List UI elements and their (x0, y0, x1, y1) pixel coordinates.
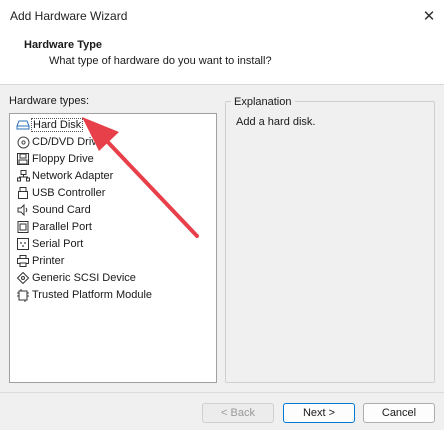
close-button[interactable]: ✕ (414, 0, 444, 32)
network-adapter-icon (16, 169, 30, 183)
hard-disk-icon (16, 118, 30, 132)
list-item-label: Parallel Port (32, 221, 92, 233)
list-item-sound-card[interactable]: Sound Card (16, 202, 91, 218)
list-item-label: Serial Port (32, 238, 84, 250)
window-title: Add Hardware Wizard (10, 9, 128, 23)
explanation-group: Explanation Add a hard disk. (225, 96, 435, 383)
parallel-port-icon (16, 220, 30, 234)
list-item-label: Trusted Platform Module (32, 289, 153, 301)
list-item-generic-scsi[interactable]: Generic SCSI Device (16, 270, 136, 286)
back-button[interactable]: < Back (202, 403, 274, 423)
wizard-header: Hardware Type What type of hardware do y… (0, 32, 444, 85)
list-item-cd-dvd[interactable]: CD/DVD Drive (16, 134, 103, 150)
printer-icon (16, 254, 30, 268)
list-item-tpm[interactable]: Trusted Platform Module (16, 287, 152, 303)
title-bar: Add Hardware Wizard ✕ (0, 0, 444, 32)
list-item-floppy[interactable]: Floppy Drive (16, 151, 94, 167)
hardware-types-list[interactable]: Hard Disk CD/DVD Drive Floppy Drive Netw… (9, 113, 217, 383)
list-item-label: Network Adapter (32, 170, 114, 182)
list-item-label: CD/DVD Drive (32, 136, 103, 148)
list-item-label: Hard Disk (30, 118, 84, 132)
list-item-label: Floppy Drive (32, 153, 94, 165)
page-title: Hardware Type (24, 39, 103, 51)
hardware-types-label: Hardware types: (9, 95, 90, 107)
list-item-usb-controller[interactable]: USB Controller (16, 185, 105, 201)
list-item-printer[interactable]: Printer (16, 253, 64, 269)
cd-dvd-icon (16, 135, 30, 149)
list-item-label: USB Controller (32, 187, 106, 199)
cancel-button[interactable]: Cancel (363, 403, 435, 423)
explanation-label: Explanation (231, 96, 295, 108)
sound-card-icon (16, 203, 30, 217)
footer-divider (0, 392, 444, 393)
serial-port-icon (16, 237, 30, 251)
list-item-hard-disk[interactable]: Hard Disk (16, 117, 84, 133)
list-item-parallel-port[interactable]: Parallel Port (16, 219, 92, 235)
floppy-icon (16, 152, 30, 166)
list-item-label: Sound Card (32, 204, 91, 216)
page-subtitle: What type of hardware do you want to ins… (49, 55, 272, 67)
explanation-text: Add a hard disk. (236, 116, 316, 128)
list-item-label: Printer (32, 255, 65, 267)
next-button[interactable]: Next > (283, 403, 355, 423)
scsi-icon (16, 271, 30, 285)
list-item-label: Generic SCSI Device (32, 272, 136, 284)
usb-icon (16, 186, 30, 200)
list-item-serial-port[interactable]: Serial Port (16, 236, 83, 252)
list-item-network-adapter[interactable]: Network Adapter (16, 168, 113, 184)
tpm-icon (16, 288, 30, 302)
